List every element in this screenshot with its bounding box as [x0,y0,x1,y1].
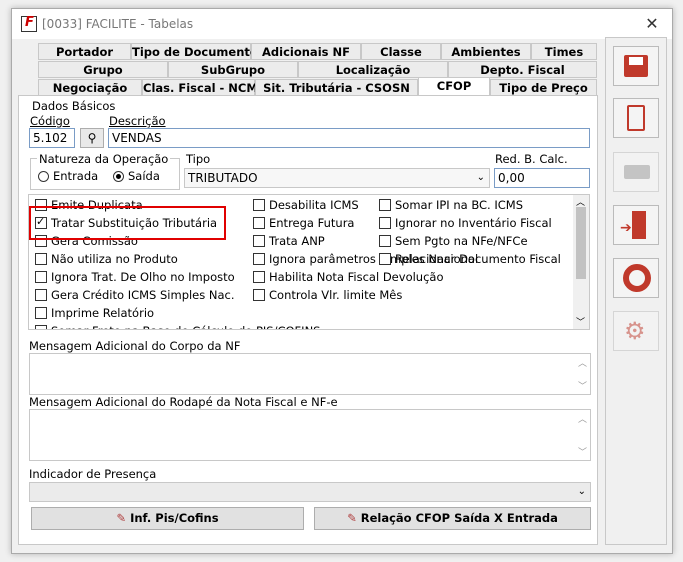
checkbox[interactable] [253,271,265,283]
tab-portador[interactable]: Portador [38,43,131,60]
checkbox-label: Ignorar no Inventário Fiscal [395,216,552,230]
checkbox-label: Desabilita ICMS [269,198,359,212]
app-logo-icon: F [21,15,37,32]
highlight-box [29,206,226,240]
save-button[interactable] [613,46,659,86]
tipo-value: TRIBUTADO [188,171,258,185]
checkbox[interactable] [379,235,391,247]
dados-basicos-label: Dados Básicos [32,99,116,113]
tab-depto-fiscal[interactable]: Depto. Fiscal [448,61,597,78]
save-icon [624,55,648,77]
relacao-cfop-button[interactable]: ✎ Relação CFOP Saída X Entrada [314,507,591,530]
checkbox-label: Entrega Futura [269,216,355,230]
tab-cfop[interactable]: CFOP [418,77,490,96]
checkbox-label: Habilita Nota Fiscal Devolução [269,270,444,284]
tipo-label: Tipo [186,152,211,166]
checkbox[interactable] [253,199,265,211]
checkbox-label: Imprime Relatório [51,306,155,320]
checkbox[interactable] [379,199,391,211]
mensagem-rodape-textarea[interactable]: ︿ ﹀ [29,409,591,461]
tab-grupo[interactable]: Grupo [38,61,168,78]
settings-icon: ⚙ [624,317,646,345]
delete-button[interactable] [613,98,659,138]
descricao-input[interactable]: VENDAS [108,128,590,148]
checkbox-label: Relacionar Documento Fiscal [395,252,561,266]
binoculars-search-icon[interactable]: ⚲ [80,128,104,148]
checkbox-label: Não utiliza no Produto [51,252,178,266]
tab-sit-tributaria[interactable]: Sit. Tributária - CSOSN [255,79,418,96]
red-b-calc-input[interactable]: 0,00 [494,168,590,188]
checkbox[interactable] [35,253,47,265]
checkbox-label: Gera Crédito ICMS Simples Nac. [51,288,235,302]
checkbox-label: Somar IPI na BC. ICMS [395,198,524,212]
tab-negociacao[interactable]: Negociação [38,79,142,96]
tab-clas-fiscal-ncm[interactable]: Clas. Fiscal - NCM [142,79,258,96]
indicador-select[interactable]: ⌄ [29,482,591,502]
entrada-label: Entrada [53,169,99,183]
checkbox-label: Controla Vlr. limite Mês [269,288,403,302]
checkbox-label: Somar Frete na Base de Cálculo do PIS/CO… [51,324,320,329]
checkbox-label: Trata ANP [269,234,325,248]
checkbox[interactable] [35,325,47,329]
tab-subgrupo[interactable]: SubGrupo [168,61,298,78]
scroll-thumb[interactable] [576,207,586,279]
inf-pis-cofins-button[interactable]: ✎ Inf. Pis/Cofins [31,507,304,530]
chevron-down-icon: ⌄ [476,172,485,183]
exit-icon [632,211,646,239]
tab-ambientes[interactable]: Ambientes [441,43,531,60]
scroll-down-icon[interactable]: ﹀ [578,445,587,458]
checkbox-label: Ignora Trat. De Olho no Imposto [51,270,235,284]
relacao-cfop-label: Relação CFOP Saída X Entrada [360,511,558,525]
print-button[interactable] [613,152,659,192]
help-button[interactable] [613,258,659,298]
tab-adicionais-nf[interactable]: Adicionais NF [251,43,361,60]
checkbox[interactable] [253,235,265,247]
checkbox[interactable] [253,289,265,301]
delete-icon [627,105,645,131]
entrada-radio[interactable] [38,171,49,182]
tab-localizacao[interactable]: Localização [298,61,448,78]
chevron-down-icon: ⌄ [577,486,586,497]
tab-tipo-documento[interactable]: Tipo de Documento [131,43,258,60]
options-scrollbar[interactable]: ︿ ﹀ [573,195,589,329]
checkbox[interactable] [253,217,265,229]
descricao-label: Descrição [109,114,166,128]
red-b-calc-label: Red. B. Calc. [495,152,568,166]
exit-button[interactable]: ➔ [613,205,659,245]
mensagem-corpo-textarea[interactable]: ︿ ﹀ [29,353,591,395]
codigo-input[interactable]: 5.102 [29,128,75,148]
edit-icon: ✎ [347,511,357,525]
checkbox[interactable] [35,307,47,319]
scroll-up-icon[interactable]: ︿ [578,356,587,369]
inf-pis-cofins-label: Inf. Pis/Cofins [130,511,219,525]
tab-tipo-preco[interactable]: Tipo de Preço [490,79,597,96]
checkbox[interactable] [35,289,47,301]
window-title: [0033] FACILITE - Tabelas [42,17,194,31]
mensagem-rodape-label: Mensagem Adicional do Rodapé da Nota Fis… [29,395,338,409]
saida-label: Saída [128,169,160,183]
indicador-label: Indicador de Presença [29,467,157,481]
checkbox[interactable] [35,271,47,283]
checkbox-label: Sem Pgto na NFe/NFCe [395,234,528,248]
tipo-select[interactable]: TRIBUTADO ⌄ [184,168,490,188]
tab-times[interactable]: Times [531,43,597,60]
natureza-label: Natureza da Operação [37,152,171,166]
scroll-down-icon[interactable]: ﹀ [578,379,587,392]
close-button[interactable]: ✕ [640,13,664,35]
saida-radio[interactable] [113,171,124,182]
mensagem-corpo-label: Mensagem Adicional do Corpo da NF [29,339,241,353]
help-icon [623,264,651,292]
print-icon [624,165,650,179]
checkbox[interactable] [379,253,391,265]
scroll-down-icon[interactable]: ﹀ [576,315,585,328]
checkbox[interactable] [253,253,265,265]
edit-icon: ✎ [116,511,127,525]
scroll-up-icon[interactable]: ︿ [578,412,587,425]
tab-classe[interactable]: Classe [361,43,441,60]
codigo-label: Código [30,114,70,128]
checkbox[interactable] [379,217,391,229]
title-bar: F [0033] FACILITE - Tabelas ✕ [12,9,672,39]
settings-button[interactable]: ⚙ [613,311,659,351]
